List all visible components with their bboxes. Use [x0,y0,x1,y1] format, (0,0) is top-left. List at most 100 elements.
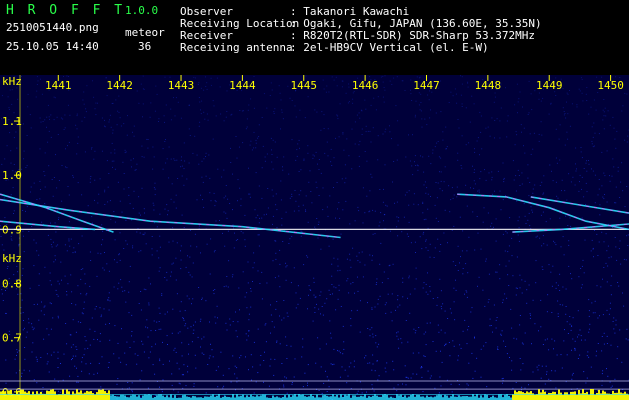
noise-speck [209,192,211,194]
noise-speck [545,221,547,223]
noise-speck [435,350,437,352]
noise-speck [156,93,158,95]
noise-speck [226,276,228,277]
noise-speck [276,227,278,229]
noise-speck [420,102,422,103]
noise-speck [467,384,469,386]
baseline-bar [2,390,4,400]
noise-speck [295,159,297,161]
noise-speck [126,243,128,245]
baseline-bar [216,395,218,400]
noise-speck [538,330,539,332]
noise-speck [461,250,463,252]
noise-speck [342,353,344,355]
noise-speck [43,306,45,308]
noise-speck [610,285,612,287]
noise-speck [252,366,254,368]
noise-speck [515,294,517,296]
noise-speck [591,168,592,170]
noise-speck [502,302,504,304]
baseline-bar [624,391,626,400]
noise-speck [68,240,70,242]
noise-speck [342,325,344,327]
noise-speck [453,301,455,303]
noise-speck [619,197,621,198]
noise-speck [546,338,548,340]
noise-speck [77,142,79,144]
noise-speck [540,377,542,379]
noise-speck [511,237,513,239]
noise-speck [594,300,596,302]
noise-speck [483,345,485,347]
noise-speck [25,167,27,168]
noise-speck [356,309,358,311]
noise-speck [382,201,384,203]
noise-speck [384,75,386,77]
noise-speck [432,152,434,154]
baseline-bar [28,391,30,400]
noise-speck [56,187,58,189]
noise-speck [392,263,394,265]
noise-speck [241,110,243,112]
noise-speck [36,358,38,360]
noise-speck [602,109,604,111]
noise-speck [274,277,276,279]
noise-speck [424,118,426,120]
noise-speck [324,152,326,154]
noise-speck [497,346,499,348]
noise-speck [126,134,128,136]
noise-speck [466,296,468,298]
noise-speck [429,322,431,324]
noise-speck [434,204,436,206]
noise-speck [390,311,392,313]
noise-speck [335,217,336,219]
noise-speck [563,114,565,116]
baseline-bar [96,392,98,400]
baseline-bar [184,394,186,400]
noise-speck [440,329,442,331]
noise-speck [81,312,83,314]
noise-speck [148,277,150,279]
noise-speck [317,163,318,165]
noise-speck [205,300,207,302]
noise-speck [506,353,508,355]
noise-speck [583,168,585,169]
noise-speck [421,248,423,250]
baseline-bar [156,395,158,400]
noise-speck [571,374,573,376]
noise-speck [364,264,366,266]
noise-speck [319,348,321,350]
noise-speck [467,329,469,331]
noise-speck [352,98,354,100]
noise-speck [63,353,65,355]
noise-speck [84,273,86,275]
noise-speck [167,344,168,345]
noise-speck [352,102,354,104]
noise-speck [58,219,59,220]
noise-speck [335,309,337,311]
noise-speck [245,333,247,335]
noise-speck [286,392,288,394]
noise-speck [404,194,406,196]
noise-speck [593,145,595,147]
noise-speck [417,169,419,171]
noise-speck [372,333,374,335]
noise-speck [425,291,427,293]
noise-speck [36,360,38,362]
noise-speck [371,327,373,329]
noise-speck [407,341,409,343]
noise-speck [595,109,597,111]
noise-speck [162,341,163,343]
noise-speck [255,139,257,141]
noise-speck [50,222,51,224]
noise-speck [417,204,419,206]
y-tick-label: 1.1 [2,115,22,128]
noise-speck [255,147,257,149]
noise-speck [358,165,360,167]
noise-speck [298,139,300,141]
noise-speck [313,155,315,157]
noise-speck [597,343,599,344]
y-tick-label: 1.0 [2,169,22,182]
baseline-bar [104,391,106,400]
noise-speck [427,272,428,274]
